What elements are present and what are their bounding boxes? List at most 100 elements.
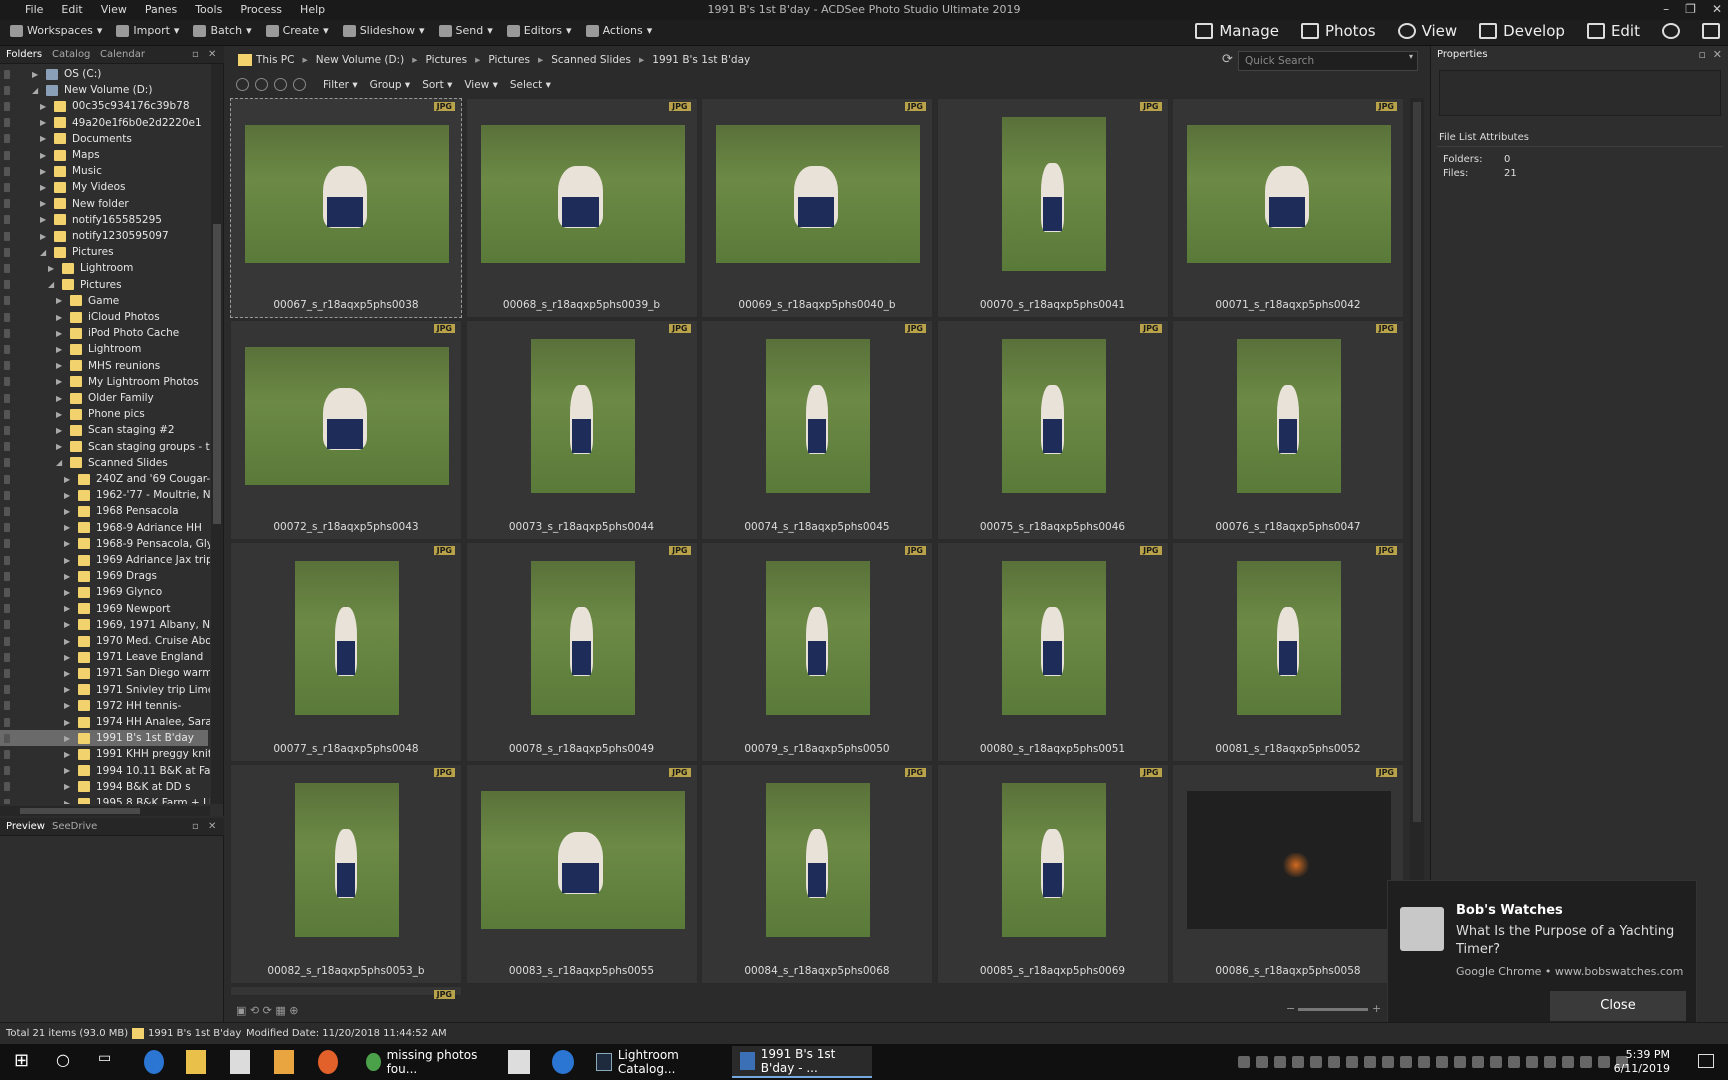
expand-arrow-icon[interactable]: ▶ [64, 523, 72, 532]
tree-item[interactable]: ▶ 1994 B&K at DD s [0, 779, 208, 795]
tree-item[interactable]: ▶ Lightroom [0, 341, 208, 357]
pin-icon[interactable]: ▫ [192, 49, 199, 60]
expand-arrow-icon[interactable]: ▶ [40, 167, 48, 176]
expand-arrow-icon[interactable]: ▶ [64, 475, 72, 484]
tree-item[interactable]: ▶ 1968-9 Pensacola, Glynco [0, 536, 210, 552]
thumbnail-cell[interactable]: JPG 00072_s_r18aqxp5phs0043 [230, 320, 462, 540]
forward-icon[interactable] [274, 78, 287, 91]
expand-arrow-icon[interactable]: ◢ [40, 248, 48, 257]
tree-item[interactable]: ▶ 1969, 1971 Albany, NAS [0, 617, 210, 633]
expand-arrow-icon[interactable]: ▶ [56, 361, 64, 370]
tree-item[interactable]: ▶ 1968 Pensacola [0, 503, 208, 519]
tab-catalog[interactable]: Catalog [52, 49, 90, 60]
expand-arrow-icon[interactable]: ▶ [48, 264, 56, 273]
app-icon[interactable] [552, 1050, 574, 1074]
tree-item[interactable]: ▶ 1969 Glynco [0, 584, 208, 600]
file-explorer-icon[interactable] [186, 1050, 206, 1074]
expand-arrow-icon[interactable]: ▶ [64, 491, 72, 500]
tree-item[interactable]: ▶ Scan staging #2 [0, 422, 208, 438]
close-pane-icon[interactable]: ✕ [208, 49, 216, 60]
expand-arrow-icon[interactable]: ▶ [32, 70, 40, 79]
filter-menu[interactable]: Filter ▾ [323, 79, 358, 91]
expand-arrow-icon[interactable]: ▶ [64, 507, 72, 516]
create-button[interactable]: Create ▾ [265, 24, 329, 37]
expand-arrow-icon[interactable]: ▶ [56, 426, 64, 435]
expand-arrow-icon[interactable]: ▶ [56, 394, 64, 403]
windows-start-icon[interactable]: ⊞ [14, 1050, 29, 1074]
tab-seedrive[interactable]: SeeDrive [52, 821, 97, 832]
system-tray[interactable] [1238, 1056, 1628, 1068]
slideshow-button[interactable]: Slideshow ▾ [342, 24, 425, 37]
expand-arrow-icon[interactable]: ▶ [40, 215, 48, 224]
tree-item[interactable]: ▶ 1971 San Diego warmup c [0, 665, 210, 681]
expand-arrow-icon[interactable]: ◢ [56, 458, 64, 467]
expand-arrow-icon[interactable]: ▶ [64, 669, 72, 678]
tree-hscrollbar[interactable] [0, 806, 210, 816]
expand-arrow-icon[interactable]: ▶ [64, 653, 72, 662]
tree-item[interactable]: ▶ 1991 KHH preggy knitting [0, 746, 210, 762]
tree-item[interactable]: ▶ 1969 Drags [0, 568, 208, 584]
close-pane-icon[interactable]: ✕ [208, 821, 216, 832]
expand-arrow-icon[interactable]: ▶ [64, 637, 72, 646]
tree-item[interactable]: ▶ Maps [0, 147, 208, 163]
expand-arrow-icon[interactable]: ▶ [64, 620, 72, 629]
crumb-pictures[interactable]: Pictures [425, 54, 467, 66]
taskbar-clock[interactable]: 5:39 PM 6/11/2019 [1614, 1048, 1670, 1076]
tree-item[interactable]: ▶ notify1230595097 [0, 228, 208, 244]
tree-item[interactable]: ▶ Phone pics [0, 406, 208, 422]
mode-view[interactable]: View [1397, 22, 1457, 40]
thumbnail-cell[interactable]: JPG 00084_s_r18aqxp5phs0068 [701, 764, 933, 984]
sort-menu[interactable]: Sort ▾ [422, 79, 452, 91]
thumbnail-cell[interactable]: JPG 00080_s_r18aqxp5phs0051 [936, 542, 1169, 762]
tab-folders[interactable]: Folders [6, 49, 42, 60]
properties-tab[interactable]: Properties [1437, 49, 1488, 60]
taskbar-chrome[interactable]: missing photos fou... [358, 1046, 488, 1078]
expand-arrow-icon[interactable]: ◢ [32, 86, 40, 95]
tree-item[interactable]: ▶ 1968-9 Adriance HH [0, 520, 208, 536]
thumbnail-cell[interactable]: JPG 00085_s_r18aqxp5phs0069 [936, 764, 1169, 984]
thumbnail-cell[interactable]: JPG 00068_s_r18aqxp5phs0039_b [465, 98, 698, 318]
back-icon[interactable] [255, 78, 268, 91]
refresh-icon[interactable]: ⟳ [1222, 52, 1233, 67]
store-icon[interactable] [230, 1050, 250, 1074]
thumbnail-cell[interactable]: JPG 00082_s_r18aqxp5phs0053_b [230, 764, 462, 984]
close-icon[interactable]: ✕ [1712, 2, 1722, 16]
notifications-icon[interactable] [1698, 1054, 1714, 1068]
expand-arrow-icon[interactable]: ▶ [64, 604, 72, 613]
task-view-icon[interactable]: ▭ [98, 1050, 111, 1074]
thumbnail-cell[interactable]: JPG 00083_s_r18aqxp5phs0055 [465, 764, 698, 984]
tree-item[interactable]: ▶ My Lightroom Photos [0, 374, 208, 390]
expand-arrow-icon[interactable]: ▶ [56, 296, 64, 305]
expand-arrow-icon[interactable]: ▶ [56, 377, 64, 386]
expand-arrow-icon[interactable]: ▶ [56, 313, 64, 322]
thumbnail-cell[interactable]: JPG 00069_s_r18aqxp5phs0040_b [701, 98, 933, 318]
tree-item[interactable]: ▶ New folder [0, 196, 208, 212]
thumbnail-cell[interactable]: JPG 00067_s_r18aqxp5phs0038 [230, 98, 462, 318]
expand-arrow-icon[interactable]: ▶ [56, 345, 64, 354]
expand-arrow-icon[interactable]: ▶ [56, 329, 64, 338]
tree-item[interactable]: ▶ Older Family [0, 390, 208, 406]
crumb-current[interactable]: 1991 B's 1st B'day [652, 54, 750, 66]
firefox-icon[interactable] [318, 1050, 338, 1074]
thumbnail-cell[interactable]: JPG 00070_s_r18aqxp5phs0041 [936, 98, 1169, 318]
thumbnail-cell[interactable]: JPG 00079_s_r18aqxp5phs0050 [701, 542, 933, 762]
tree-item[interactable]: ▶ OS (C:) [0, 66, 208, 82]
expand-arrow-icon[interactable]: ▶ [40, 151, 48, 160]
media-icon[interactable] [274, 1050, 294, 1074]
tree-item[interactable]: ▶ 1969 Adriance Jax trip [0, 552, 210, 568]
notification-close-button[interactable]: Close [1550, 991, 1686, 1021]
tree-item[interactable]: ▶ Game [0, 293, 208, 309]
taskbar-lightroom[interactable]: Lightroom Catalog... [588, 1046, 724, 1078]
expand-arrow-icon[interactable]: ◢ [48, 280, 56, 289]
pin-icon[interactable]: ▫ [192, 821, 199, 832]
tree-item[interactable]: ▶ notify165585295 [0, 212, 208, 228]
tree-item[interactable]: ▶ 1962-'77 - Moultrie, Navy, [0, 487, 210, 503]
zoom-out-icon[interactable]: − [1286, 1002, 1295, 1015]
mode-develop[interactable]: Develop [1479, 22, 1565, 40]
pin-icon[interactable]: ▫ [1699, 48, 1706, 61]
tree-item[interactable]: ▶ 1974 HH Analee, Sarah, E [0, 714, 210, 730]
minimize-icon[interactable]: – [1663, 2, 1669, 16]
expand-arrow-icon[interactable]: ▶ [64, 539, 72, 548]
tree-item[interactable]: ▶ 1971 Leave England [0, 649, 208, 665]
close-pane-icon[interactable]: ✕ [1713, 48, 1722, 61]
